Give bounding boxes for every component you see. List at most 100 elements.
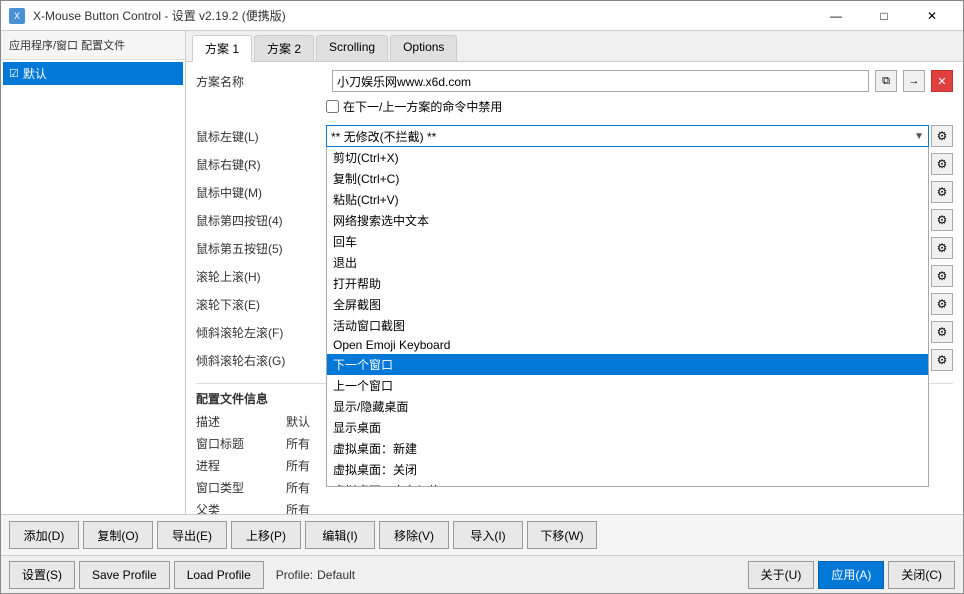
tabs-bar: 方案 1 方案 2 Scrolling Options [186, 31, 963, 62]
delete-profile-button[interactable]: ✕ [931, 70, 953, 92]
main-content: 应用程序/窗口 配置文件 ☑ 默认 方案 1 方案 2 Scrolling Op… [1, 31, 963, 514]
list-item[interactable]: 显示桌面 [327, 417, 928, 438]
list-item[interactable]: 回车 [327, 231, 928, 252]
config-info-value-wintitle: 所有 [286, 435, 310, 452]
left-panel-header: 应用程序/窗口 配置文件 [1, 31, 185, 60]
button-row-label-btn4: 鼠标第四按钮(4) [196, 212, 326, 229]
dropdown-container-left: ** 无修改(不拦截) ** ▼ 剪切(Ctrl+X) 复制(Ctrl+C) 粘… [326, 125, 929, 147]
up-button[interactable]: 上移(P) [231, 521, 301, 549]
tab-content: 方案名称 ⧉ → ✕ 在下一/上一方案的命令中禁用 鼠标左键(L) [186, 62, 963, 514]
gear-button-left[interactable]: ⚙ [931, 125, 953, 147]
config-info-label-wintype: 窗口类型 [196, 479, 286, 496]
list-item[interactable]: 退出 [327, 252, 928, 273]
profile-text-label: Profile: [276, 568, 313, 582]
profile-item-default[interactable]: ☑ 默认 [3, 62, 183, 85]
disable-row: 在下一/上一方案的命令中禁用 [326, 98, 953, 115]
dropdown-list: 剪切(Ctrl+X) 复制(Ctrl+C) 粘贴(Ctrl+V) 网络搜索选中文… [326, 147, 929, 487]
config-info-label-parent: 父类 [196, 501, 286, 515]
dropdown-current-value: ** 无修改(不拦截) ** [331, 128, 436, 145]
list-item[interactable]: 虚拟桌面：向左切换 [327, 480, 928, 487]
apply-button[interactable]: 应用(A) [818, 561, 884, 589]
left-panel: 应用程序/窗口 配置文件 ☑ 默认 [1, 31, 186, 514]
config-info-label-process: 进程 [196, 457, 286, 474]
export-button[interactable]: 导出(E) [157, 521, 227, 549]
gear-button-btn4[interactable]: ⚙ [931, 209, 953, 231]
button-row-label-tilt-left: 倾斜滚轮左滚(F) [196, 324, 326, 341]
dropdown-trigger-left[interactable]: ** 无修改(不拦截) ** ▼ [326, 125, 929, 147]
maximize-button[interactable]: □ [861, 1, 907, 31]
close-window-button[interactable]: ✕ [909, 1, 955, 31]
disable-label: 在下一/上一方案的命令中禁用 [343, 98, 502, 115]
copy-button[interactable]: 复制(O) [83, 521, 153, 549]
list-item[interactable]: 粘贴(Ctrl+V) [327, 189, 928, 210]
tab-options[interactable]: Options [390, 35, 457, 61]
profile-item-label: 默认 [23, 65, 47, 82]
list-item[interactable]: 活动窗口截图 [327, 315, 928, 336]
config-info-value-wintype: 所有 [286, 479, 310, 496]
list-item[interactable]: 虚拟桌面：新建 [327, 438, 928, 459]
footer-bar: 设置(S) Save Profile Load Profile Profile:… [1, 555, 963, 593]
list-item[interactable]: Open Emoji Keyboard [327, 336, 928, 354]
list-item[interactable]: 网络搜索选中文本 [327, 210, 928, 231]
title-bar-left: X X-Mouse Button Control - 设置 v2.19.2 (便… [9, 7, 286, 24]
tab-scheme2[interactable]: 方案 2 [254, 35, 314, 61]
list-item[interactable]: 上一个窗口 [327, 375, 928, 396]
import-button[interactable]: 导入(I) [453, 521, 523, 549]
title-controls: — □ ✕ [813, 1, 955, 31]
button-row-label-middle: 鼠标中键(M) [196, 184, 326, 201]
copy-profile-button[interactable]: ⧉ [875, 70, 897, 92]
button-row-label-scroll-up: 滚轮上滚(H) [196, 268, 326, 285]
close-button[interactable]: 关闭(C) [888, 561, 955, 589]
button-row-label-scroll-down: 滚轮下滚(E) [196, 296, 326, 313]
remove-button[interactable]: 移除(V) [379, 521, 449, 549]
export-profile-button[interactable]: → [903, 70, 925, 92]
title-bar: X X-Mouse Button Control - 设置 v2.19.2 (便… [1, 1, 963, 31]
about-button[interactable]: 关于(U) [748, 561, 815, 589]
gear-button-tilt-left[interactable]: ⚙ [931, 321, 953, 343]
down-button[interactable]: 下移(W) [527, 521, 597, 549]
profile-name-input[interactable] [332, 70, 869, 92]
gear-button-tilt-right[interactable]: ⚙ [931, 349, 953, 371]
button-row-label-tilt-right: 倾斜滚轮右滚(G) [196, 352, 326, 369]
checked-icon: ☑ [9, 67, 19, 80]
bottom-buttons-panel: 添加(D) 复制(O) 导出(E) 上移(P) 编辑(I) 移除(V) 导入(I… [1, 514, 963, 555]
profile-name-row: 方案名称 ⧉ → ✕ [196, 70, 953, 92]
list-item[interactable]: 复制(Ctrl+C) [327, 168, 928, 189]
load-profile-button[interactable]: Load Profile [174, 561, 264, 589]
button-row-label-left: 鼠标左键(L) [196, 128, 326, 145]
tab-scheme1[interactable]: 方案 1 [192, 35, 252, 62]
list-item[interactable]: 全屏截图 [327, 294, 928, 315]
left-panel-list: ☑ 默认 [1, 60, 185, 514]
config-info-value-parent: 所有 [286, 501, 310, 515]
minimize-button[interactable]: — [813, 1, 859, 31]
list-item[interactable]: 虚拟桌面：关闭 [327, 459, 928, 480]
config-info-row-parent: 父类 所有 [196, 499, 953, 514]
add-button[interactable]: 添加(D) [9, 521, 79, 549]
settings-button[interactable]: 设置(S) [9, 561, 75, 589]
tab-scrolling[interactable]: Scrolling [316, 35, 388, 61]
gear-button-middle[interactable]: ⚙ [931, 181, 953, 203]
gear-button-btn5[interactable]: ⚙ [931, 237, 953, 259]
config-info-value-process: 所有 [286, 457, 310, 474]
config-info-label-wintitle: 窗口标题 [196, 435, 286, 452]
main-window: X X-Mouse Button Control - 设置 v2.19.2 (便… [0, 0, 964, 594]
window-title: X-Mouse Button Control - 设置 v2.19.2 (便携版… [33, 7, 286, 24]
profile-name-label: 方案名称 [196, 73, 326, 90]
list-item[interactable]: 打开帮助 [327, 273, 928, 294]
button-row-label-right: 鼠标右键(R) [196, 156, 326, 173]
save-profile-button[interactable]: Save Profile [79, 561, 170, 589]
gear-button-scroll-up[interactable]: ⚙ [931, 265, 953, 287]
list-item[interactable]: 显示/隐藏桌面 [327, 396, 928, 417]
edit-button[interactable]: 编辑(I) [305, 521, 375, 549]
button-rows: 鼠标左键(L) ** 无修改(不拦截) ** ▼ 剪切(Ctrl+X) 复制(C… [196, 123, 953, 375]
profile-value: Default [317, 568, 355, 582]
right-panel: 方案 1 方案 2 Scrolling Options 方案名称 ⧉ → ✕ [186, 31, 963, 514]
list-item[interactable]: 下一个窗口 [327, 354, 928, 375]
gear-button-right[interactable]: ⚙ [931, 153, 953, 175]
button-row-label-btn5: 鼠标第五按钮(5) [196, 240, 326, 257]
list-item[interactable]: 剪切(Ctrl+X) [327, 147, 928, 168]
disable-checkbox[interactable] [326, 100, 339, 113]
config-info-value-desc: 默认 [286, 413, 310, 430]
config-info-label-desc: 描述 [196, 413, 286, 430]
gear-button-scroll-down[interactable]: ⚙ [931, 293, 953, 315]
